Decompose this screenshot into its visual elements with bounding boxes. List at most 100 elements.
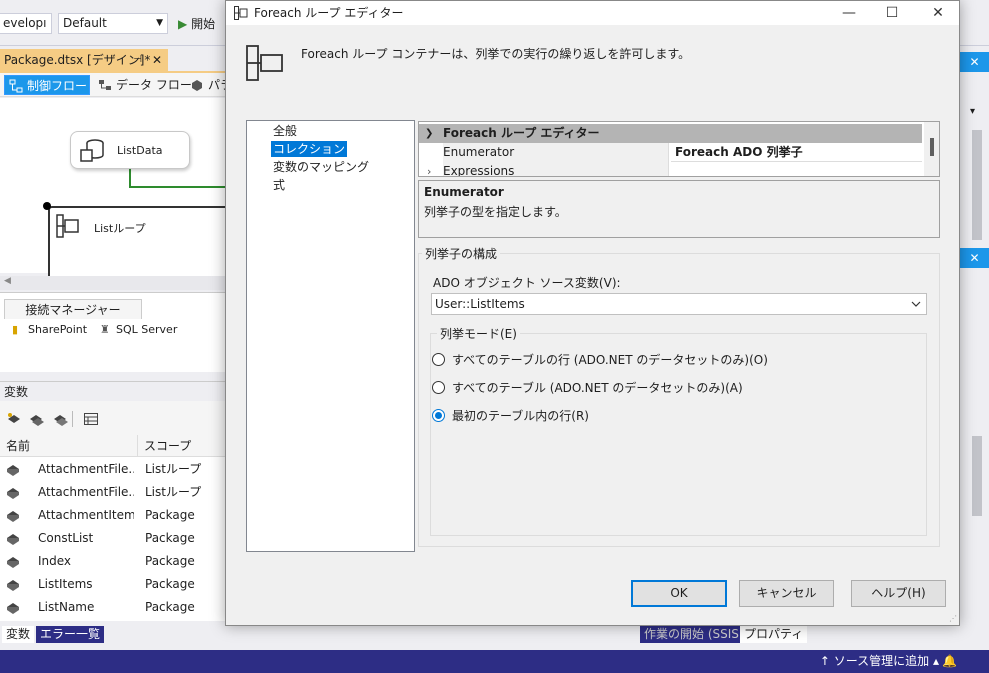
property-name: Enumerator [443, 145, 515, 159]
connection-managers-panel: 接続マネージャー ▮ SharePoint ♜ SQL Server [0, 292, 230, 372]
database-task-icon [80, 139, 104, 162]
close-icon[interactable]: ✕ [960, 52, 989, 72]
variables-panel-title: 変数 [0, 381, 230, 401]
property-row-enumerator[interactable]: Enumerator Foreach ADO 列挙子 [419, 143, 922, 162]
radio-indicator [432, 381, 445, 394]
nav-item-general[interactable]: 全般 [271, 123, 299, 139]
tab-data-flow[interactable]: データ フロー [94, 75, 192, 95]
column-header-scope[interactable]: スコープ [138, 435, 230, 457]
variable-icon [7, 511, 19, 522]
notification-bell-icon[interactable]: 🔔 [942, 650, 957, 673]
control-flow-icon [9, 79, 23, 93]
variable-icon [7, 534, 19, 545]
property-grid: ❯ Foreach ループ エディター Enumerator Foreach A… [418, 121, 940, 177]
chevron-down-icon [911, 301, 921, 307]
bottom-tabs: 変数 エラー一覧 作業の開始 (SSIS) プロパティ [0, 624, 989, 644]
ok-button[interactable]: OK [631, 580, 727, 607]
group-title: 列挙モード(E) [437, 325, 520, 342]
minimize-button[interactable]: — [826, 1, 872, 25]
help-button[interactable]: ヘルプ(H) [851, 580, 946, 607]
resize-grip-icon[interactable]: ⋰ [949, 614, 957, 623]
maximize-icon: ☐ [885, 5, 899, 21]
right-side-panel: ✕ ▾ ✕ [960, 46, 989, 621]
radio-first-table-rows[interactable]: 最初のテーブル内の行(R) [432, 408, 589, 424]
table-row[interactable]: ListName Package [0, 596, 230, 619]
column-header-name[interactable]: 名前 [0, 435, 138, 457]
property-value[interactable] [671, 162, 922, 176]
dialog-titlebar: Foreach ループ エディター — ☐ ✕ [226, 1, 959, 25]
property-name: Expressions [443, 164, 515, 177]
nav-item-collection[interactable]: コレクション [271, 141, 348, 157]
connector-anchor [43, 202, 51, 210]
table-row[interactable]: ListItems Package [0, 573, 230, 596]
package-icon [192, 80, 202, 91]
help-title: Enumerator [424, 185, 504, 199]
source-control-button[interactable]: ↑ ソース管理に追加 ▴ [820, 650, 939, 673]
table-row[interactable]: AttachmentFile... Listループ [0, 458, 230, 481]
horizontal-scrollbar[interactable]: ◀ [0, 276, 230, 290]
foreach-loop-icon [246, 45, 283, 81]
tab-control-flow[interactable]: 制御フロー [4, 75, 90, 95]
table-row[interactable]: AttachmentItems Package [0, 504, 230, 527]
radio-indicator [432, 353, 445, 366]
group-title: 列挙子の構成 [422, 245, 501, 262]
grid-options-icon[interactable] [84, 413, 98, 425]
chevron-down-icon: ▼ [156, 18, 163, 28]
dropdown-icon[interactable]: ▾ [970, 106, 975, 117]
close-icon[interactable]: ✕ [960, 248, 989, 268]
table-row[interactable]: ConstList Package [0, 527, 230, 550]
variable-icon [7, 603, 19, 614]
tab-variables[interactable]: 変数 [2, 626, 35, 643]
connection-sharepoint[interactable]: ▮ SharePoint [12, 323, 87, 336]
help-text: 列挙子の型を指定します。 [424, 205, 567, 219]
table-row[interactable]: Index Package [0, 550, 230, 573]
tab-getting-started[interactable]: 作業の開始 (SSIS) [640, 626, 748, 643]
foreach-loop-icon [234, 6, 248, 20]
maximize-button[interactable]: ☐ [869, 1, 915, 25]
tab-error-list[interactable]: エラー一覧 [36, 626, 105, 643]
design-canvas[interactable]: ListData Listループ [0, 98, 238, 286]
document-tab[interactable]: Package.dtsx [デザイン]* ⊣ ✕ [0, 49, 168, 71]
minimize-icon: — [842, 5, 856, 21]
table-row[interactable]: AttachmentFile... Listループ [0, 481, 230, 504]
close-button[interactable]: ✕ [915, 1, 961, 25]
nav-item-expressions[interactable]: 式 [271, 177, 287, 193]
platform-combo[interactable]: Default ▼ [58, 13, 168, 34]
variables-toolbar [0, 401, 230, 435]
tab-parameters[interactable]: パラ [186, 75, 230, 95]
expand-icon[interactable]: › [427, 162, 431, 176]
play-icon: ▶ [178, 17, 188, 31]
radio-all-tables[interactable]: すべてのテーブル (ADO.NET のデータセットのみ)(A) [432, 380, 743, 396]
radio-indicator [432, 409, 445, 422]
ado-source-label: ADO オブジェクト ソース変数(V): [433, 276, 621, 290]
cancel-button[interactable]: キャンセル [739, 580, 834, 607]
scrollbar-thumb[interactable] [930, 138, 934, 156]
close-icon[interactable]: ✕ [152, 49, 162, 71]
foreach-loop-editor-dialog: Foreach ループ エディター — ☐ ✕ Foreach ループ コンテナ… [225, 0, 960, 626]
nav-item-variable-mappings[interactable]: 変数のマッピング [271, 159, 371, 175]
variable-actions-icon[interactable] [6, 411, 86, 427]
scroll-left-icon[interactable]: ◀ [4, 276, 11, 286]
vertical-scrollbar[interactable] [972, 130, 982, 240]
property-value[interactable]: Foreach ADO 列挙子 [671, 143, 922, 162]
connection-managers-tab[interactable]: 接続マネージャー [4, 299, 142, 319]
task-listdata[interactable]: ListData [70, 131, 190, 169]
vertical-scrollbar[interactable] [972, 436, 982, 516]
dialog-description: Foreach ループ コンテナーは、列挙での実行の繰り返しを許可します。 [301, 47, 691, 61]
property-grid-scrollbar[interactable] [924, 122, 939, 176]
connection-icon: ▮ [12, 323, 19, 336]
radio-all-tables-rows[interactable]: すべてのテーブルの行 (ADO.NET のデータセットのみ)(O) [432, 352, 768, 368]
tab-properties[interactable]: プロパティ [740, 626, 808, 643]
foreach-loop-container[interactable]: Listループ [48, 206, 238, 286]
collapse-icon[interactable]: ❯ [425, 124, 433, 143]
start-button[interactable]: ▶ 開始 [178, 15, 215, 32]
connection-sqlserver[interactable]: ♜ SQL Server [100, 323, 177, 336]
variable-icon [7, 557, 19, 568]
property-category[interactable]: ❯ Foreach ループ エディター [419, 124, 922, 143]
precedence-connector[interactable] [129, 168, 229, 188]
property-row-expressions[interactable]: › Expressions [419, 162, 922, 177]
solution-config-combo[interactable]: evelopı [0, 13, 52, 34]
pin-icon[interactable]: ⊣ [133, 49, 142, 71]
ado-source-variable-select[interactable]: User::ListItems [431, 293, 927, 315]
page-navigation-list: 全般 コレクション 変数のマッピング 式 [246, 120, 415, 552]
